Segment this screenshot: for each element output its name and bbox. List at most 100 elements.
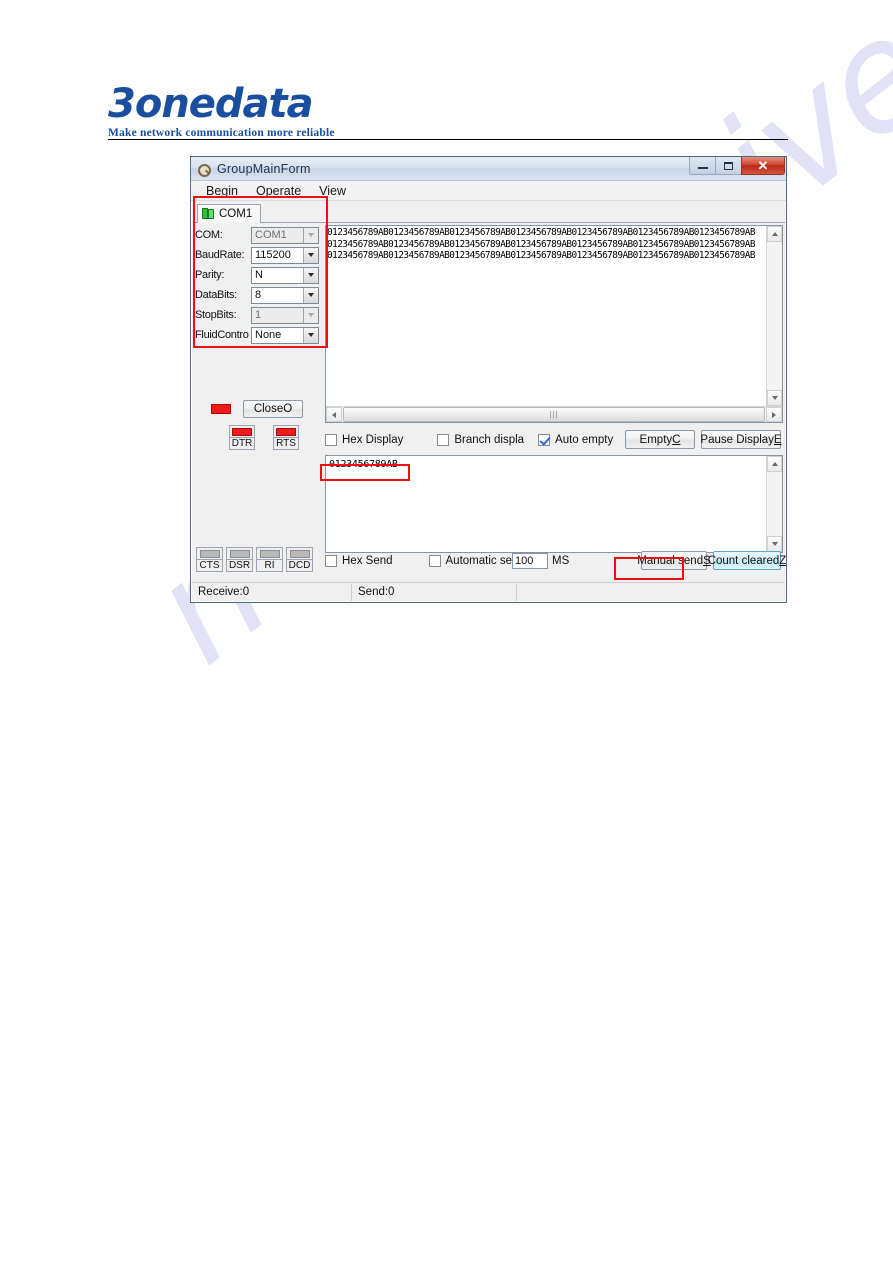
chevron-down-icon xyxy=(303,247,318,263)
empty-button-accel: C xyxy=(672,433,681,446)
minimize-icon xyxy=(697,167,708,169)
cts-indicator: CTS xyxy=(196,547,223,572)
chevron-down-icon xyxy=(771,542,778,546)
port-settings-panel: COM: COM1 BaudRate: 115200 Parity: N Dat… xyxy=(195,225,322,345)
fluidcontrol-value: None xyxy=(255,329,282,341)
menu-item-begin[interactable]: Begin xyxy=(197,183,247,199)
setting-row-baudrate: BaudRate: 115200 xyxy=(195,245,322,265)
horizontal-scroll-thumb[interactable]: ||| xyxy=(343,407,765,422)
checkbox-box-checked xyxy=(538,434,551,446)
ri-label: RI xyxy=(257,559,282,571)
hex-send-label: Hex Send xyxy=(342,555,393,567)
dcd-indicator: DCD xyxy=(286,547,313,572)
chevron-up-icon xyxy=(771,462,778,466)
auto-empty-checkbox[interactable]: Auto empty xyxy=(538,434,613,446)
count-cleared-accel: Z xyxy=(779,554,787,567)
count-cleared-button[interactable]: Count cleared Z xyxy=(708,551,786,570)
green-flag-icon xyxy=(202,208,215,220)
auto-empty-label: Auto empty xyxy=(555,434,614,446)
setting-row-com: COM: COM1 xyxy=(195,225,322,245)
send-interval-input[interactable]: 100 xyxy=(512,553,548,569)
setting-row-fluidcontrol: FluidContro None xyxy=(195,325,322,345)
chevron-up-icon xyxy=(771,232,778,236)
ri-indicator: RI xyxy=(256,547,283,572)
automatic-send-label: Automatic se xyxy=(445,555,512,567)
fluidcontrol-select[interactable]: None xyxy=(251,326,319,344)
automatic-send-checkbox[interactable]: Automatic se xyxy=(428,555,512,567)
dtr-led xyxy=(232,428,252,436)
parity-select[interactable]: N xyxy=(251,266,319,284)
receive-horizontal-scrollbar[interactable]: ||| xyxy=(326,406,782,422)
brand-header: 3onedata Make network communication more… xyxy=(108,84,788,139)
checkbox-box xyxy=(325,555,337,567)
com-select[interactable]: COM1 xyxy=(251,226,319,244)
send-buttons: Manual send S Count cleared Z xyxy=(637,551,786,570)
receive-textarea[interactable]: 0123456789AB0123456789AB0123456789AB0123… xyxy=(325,225,783,423)
send-count: Send:0 xyxy=(352,583,517,601)
baudrate-label: BaudRate: xyxy=(195,249,245,261)
databits-label: DataBits: xyxy=(195,289,237,301)
checkbox-box xyxy=(325,434,337,446)
brand-tagline: Make network communication more reliable xyxy=(108,127,335,139)
stopbits-value: 1 xyxy=(255,309,262,321)
send-vertical-scrollbar[interactable] xyxy=(766,456,782,552)
minimize-button[interactable] xyxy=(689,157,716,175)
tab-com1-label: COM1 xyxy=(219,208,253,220)
scroll-up-button[interactable] xyxy=(767,226,782,242)
cts-label: CTS xyxy=(197,559,222,571)
menu-item-operate[interactable]: Operate xyxy=(247,183,310,199)
manual-send-text: Manual send xyxy=(637,554,704,567)
rts-indicator[interactable]: RTS xyxy=(273,425,299,450)
dtr-indicator[interactable]: DTR xyxy=(229,425,255,450)
rts-label: RTS xyxy=(274,437,298,449)
chevron-down-icon xyxy=(303,327,318,343)
header-divider xyxy=(108,139,788,140)
dcd-led xyxy=(289,550,310,558)
title-bar: GroupMainForm ✕ xyxy=(191,157,786,181)
setting-row-parity: Parity: N xyxy=(195,265,322,285)
send-textarea[interactable]: 0123456789AB xyxy=(325,455,783,553)
scroll-up-button[interactable] xyxy=(767,456,782,472)
window-title: GroupMainForm xyxy=(217,161,311,176)
branch-display-label: Branch displa xyxy=(454,434,525,446)
grip-icon: ||| xyxy=(549,410,559,419)
parity-value: N xyxy=(255,269,263,281)
empty-button[interactable]: Empty C xyxy=(625,430,695,449)
hex-send-checkbox[interactable]: Hex Send xyxy=(325,555,393,567)
receive-vertical-scrollbar[interactable] xyxy=(766,226,782,406)
scroll-down-button[interactable] xyxy=(767,390,782,406)
parity-label: Parity: xyxy=(195,269,225,281)
databits-value: 8 xyxy=(255,289,262,301)
pause-button-text: Pause Display xyxy=(700,433,774,446)
dcd-label: DCD xyxy=(287,559,312,571)
menu-item-view[interactable]: View xyxy=(310,183,355,199)
stopbits-label: StopBits: xyxy=(195,309,237,321)
chevron-right-icon xyxy=(772,411,776,418)
hex-display-checkbox[interactable]: Hex Display xyxy=(325,434,403,446)
maximize-button[interactable] xyxy=(715,157,742,175)
pause-display-button[interactable]: Pause Display E xyxy=(700,430,782,449)
receive-count: Receive:0 xyxy=(192,583,352,601)
chevron-down-icon xyxy=(303,267,318,283)
databits-select[interactable]: 8 xyxy=(251,286,319,304)
scroll-left-button[interactable] xyxy=(326,407,342,422)
baudrate-select[interactable]: 115200 xyxy=(251,246,319,264)
send-options-row: Hex Send Automatic se 100 MS Manual send… xyxy=(325,550,786,572)
close-button[interactable]: ✕ xyxy=(741,157,785,175)
branch-display-checkbox[interactable]: Branch displa xyxy=(437,434,524,446)
modem-status-row: CTS DSR RI DCD xyxy=(196,547,313,572)
tab-com1[interactable]: COM1 xyxy=(197,204,262,223)
dsr-label: DSR xyxy=(227,559,252,571)
status-bar: Receive:0 Send:0 xyxy=(192,582,785,601)
checkbox-box xyxy=(437,434,450,446)
close-port-button[interactable]: CloseO xyxy=(243,400,303,418)
status-extra xyxy=(517,584,785,601)
manual-send-button[interactable]: Manual send S xyxy=(637,551,711,570)
window-controls: ✕ xyxy=(689,157,785,175)
receive-options-row: Hex Display Branch displa Auto empty Emp… xyxy=(325,429,783,451)
scroll-right-button[interactable] xyxy=(766,407,782,422)
stopbits-select[interactable]: 1 xyxy=(251,306,319,324)
serial-port-icon xyxy=(196,161,212,177)
receive-text: 0123456789AB0123456789AB0123456789AB0123… xyxy=(327,227,755,261)
brand-logo: 3onedata xyxy=(108,81,314,127)
